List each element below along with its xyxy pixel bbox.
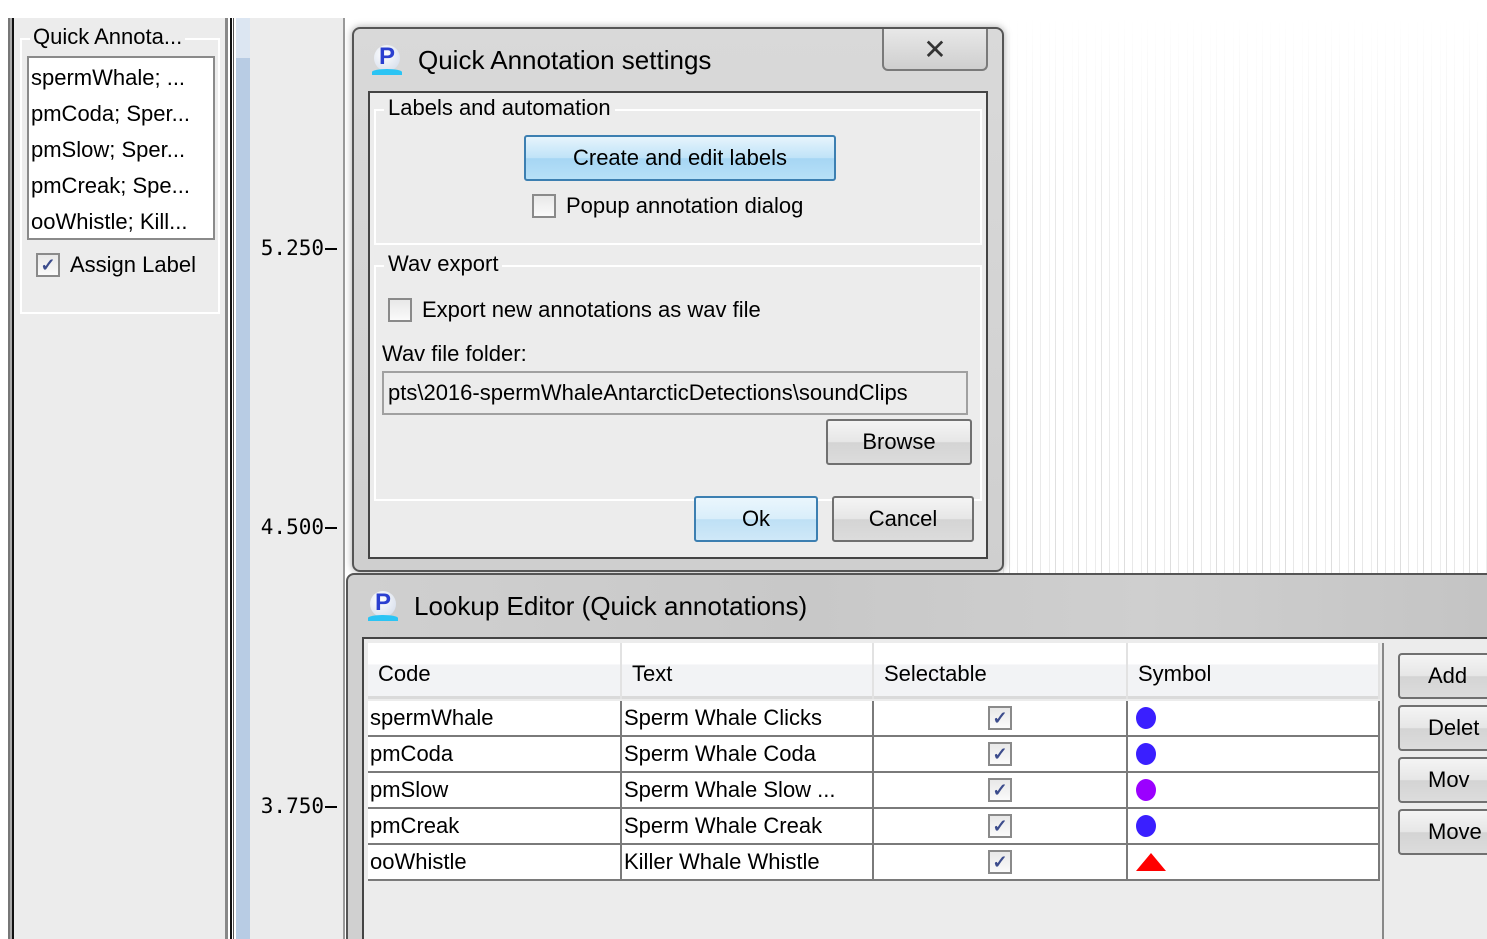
cell-selectable[interactable]: ✓ (874, 737, 1128, 771)
cancel-button[interactable]: Cancel (832, 496, 974, 542)
cell-text[interactable]: Sperm Whale Creak (622, 809, 874, 843)
selectable-checkbox[interactable]: ✓ (988, 778, 1012, 802)
cell-symbol[interactable] (1128, 737, 1380, 771)
add-button[interactable]: Add (1398, 653, 1487, 699)
circle-symbol-icon (1136, 743, 1156, 765)
selectable-checkbox[interactable]: ✓ (988, 850, 1012, 874)
column-header-symbol[interactable]: Symbol (1128, 643, 1380, 699)
popup-annotation-row[interactable]: Popup annotation dialog (532, 193, 803, 219)
labels-automation-title: Labels and automation (384, 95, 615, 121)
labels-automation-group: Labels and automation Create and edit la… (374, 95, 982, 245)
annotation-label-list[interactable]: spermWhale; ... pmCoda; Sper... pmSlow; … (27, 56, 215, 240)
table-row[interactable]: pmCreak Sperm Whale Creak ✓ (368, 809, 1380, 845)
wav-folder-input[interactable]: pts\2016-spermWhaleAntarcticDetections\s… (382, 371, 968, 415)
export-wav-row[interactable]: Export new annotations as wav file (388, 297, 761, 323)
selectable-checkbox[interactable]: ✓ (988, 742, 1012, 766)
export-wav-checkbox[interactable] (388, 298, 412, 322)
cell-selectable[interactable]: ✓ (874, 701, 1128, 735)
cell-selectable[interactable]: ✓ (874, 845, 1128, 879)
close-icon: ✕ (923, 33, 947, 65)
cell-text[interactable]: Sperm Whale Slow ... (622, 773, 874, 807)
lookup-table: Code Text Selectable Symbol spermWhale S… (368, 643, 1384, 939)
spectrogram-display[interactable] (1000, 18, 1487, 578)
axis-tick-label: 5.250 (261, 236, 337, 260)
pamguard-app-icon: P (370, 43, 404, 77)
circle-symbol-icon (1136, 815, 1156, 837)
quick-annotation-group-title: Quick Annota... (30, 24, 186, 50)
cell-code[interactable]: pmSlow (368, 773, 622, 807)
cell-selectable[interactable]: ✓ (874, 809, 1128, 843)
panel-divider[interactable] (230, 18, 234, 939)
move-up-button[interactable]: Mov (1398, 757, 1487, 803)
table-row[interactable]: pmCoda Sperm Whale Coda ✓ (368, 737, 1380, 773)
close-button[interactable]: ✕ (882, 29, 988, 71)
list-item[interactable]: pmCreak; Spe... (29, 168, 213, 204)
popup-annotation-checkbox[interactable] (532, 194, 556, 218)
list-item[interactable]: spermWhale; ... (29, 60, 213, 96)
cell-code[interactable]: spermWhale (368, 701, 622, 735)
table-row[interactable]: ooWhistle Killer Whale Whistle ✓ (368, 845, 1380, 881)
column-header-code[interactable]: Code (368, 643, 622, 699)
pamguard-app-icon: P (366, 589, 400, 623)
wav-folder-label: Wav file folder: (382, 341, 527, 366)
dialog-body: Labels and automation Create and edit la… (368, 91, 988, 559)
wav-export-title: Wav export (384, 251, 503, 277)
cell-symbol[interactable] (1128, 701, 1380, 735)
quick-annotation-settings-dialog: P Quick Annotation settings ✕ Labels and… (352, 27, 1004, 572)
axis-tick-label: 3.750 (261, 794, 337, 818)
cell-symbol[interactable] (1128, 845, 1380, 879)
column-header-selectable[interactable]: Selectable (874, 643, 1128, 699)
axis-tick-label: 4.500 (261, 515, 337, 539)
frequency-axis: 5.250 4.500 3.750 (250, 18, 345, 939)
dialog-title: Quick Annotation settings (418, 45, 712, 75)
export-wav-label: Export new annotations as wav file (422, 297, 761, 322)
list-item[interactable]: ooWhistle; Kill... (29, 204, 213, 240)
scroll-strip[interactable] (236, 18, 250, 939)
selectable-checkbox[interactable]: ✓ (988, 706, 1012, 730)
delete-button[interactable]: Delet (1398, 705, 1487, 751)
assign-label-checkbox-row[interactable]: ✓ Assign Label (36, 252, 196, 278)
cell-code[interactable]: pmCreak (368, 809, 622, 843)
ok-button[interactable]: Ok (694, 496, 818, 542)
column-header-text[interactable]: Text (622, 643, 874, 699)
lookup-editor-body: Code Text Selectable Symbol spermWhale S… (362, 637, 1487, 939)
cell-text[interactable]: Killer Whale Whistle (622, 845, 874, 879)
popup-annotation-label: Popup annotation dialog (566, 193, 804, 218)
quick-annotation-group: Quick Annota... spermWhale; ... pmCoda; … (20, 24, 220, 314)
selectable-checkbox[interactable]: ✓ (988, 814, 1012, 838)
create-edit-labels-button[interactable]: Create and edit labels (524, 135, 836, 181)
table-row[interactable]: spermWhale Sperm Whale Clicks ✓ (368, 701, 1380, 737)
browse-button[interactable]: Browse (826, 419, 972, 465)
move-down-button[interactable]: Move (1398, 809, 1487, 855)
cell-text[interactable]: Sperm Whale Clicks (622, 701, 874, 735)
table-row[interactable]: pmSlow Sperm Whale Slow ... ✓ (368, 773, 1380, 809)
table-header: Code Text Selectable Symbol (368, 643, 1380, 699)
cell-symbol[interactable] (1128, 809, 1380, 843)
assign-label-checkbox[interactable]: ✓ (36, 253, 60, 277)
cell-text[interactable]: Sperm Whale Coda (622, 737, 874, 771)
assign-label-text: Assign Label (70, 252, 196, 277)
circle-symbol-icon (1136, 707, 1156, 729)
list-item[interactable]: pmSlow; Sper... (29, 132, 213, 168)
triangle-symbol-icon (1136, 853, 1166, 871)
list-item[interactable]: pmCoda; Sper... (29, 96, 213, 132)
cell-symbol[interactable] (1128, 773, 1380, 807)
cell-code[interactable]: ooWhistle (368, 845, 622, 879)
quick-annotation-sidebar: Quick Annota... spermWhale; ... pmCoda; … (14, 18, 228, 939)
circle-symbol-icon (1136, 779, 1156, 801)
cell-selectable[interactable]: ✓ (874, 773, 1128, 807)
table-body: spermWhale Sperm Whale Clicks ✓ pmCoda S… (368, 701, 1380, 881)
lookup-editor-title: Lookup Editor (Quick annotations) (414, 591, 808, 621)
cell-code[interactable]: pmCoda (368, 737, 622, 771)
lookup-editor-dialog: P Lookup Editor (Quick annotations) Code… (346, 573, 1487, 939)
